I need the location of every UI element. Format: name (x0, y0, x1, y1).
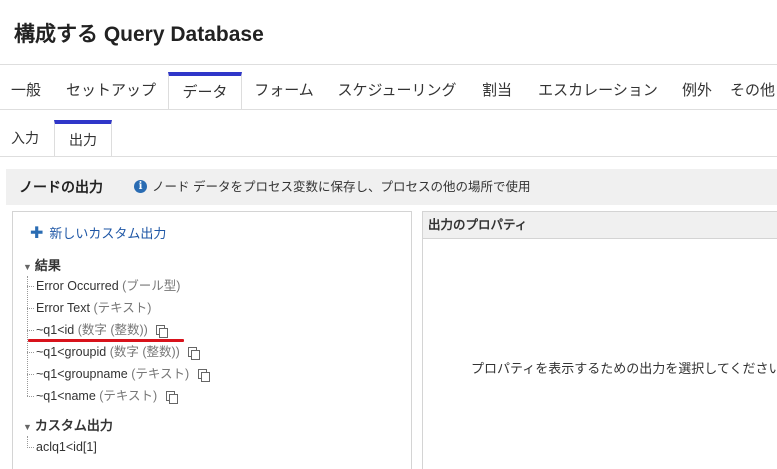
tree-branch (27, 351, 34, 354)
toolbar-hint: ノード データをプロセス変数に保存し、プロセスの他の場所で使用 (152, 180, 531, 194)
tree-branch (27, 373, 34, 376)
header-divider (0, 64, 777, 65)
tabs-divider (0, 109, 777, 110)
results-section-label: 結果 (34, 258, 61, 273)
properties-empty-message: プロパティを表示するための出力を選択してください。 (471, 361, 777, 376)
output-type: (数字 (整数)) (109, 345, 180, 359)
copy-icon[interactable] (197, 369, 210, 383)
output-item-q1-groupid[interactable]: ~q1<groupid (数字 (整数)) (27, 342, 201, 362)
subtab-input[interactable]: 入力 (0, 120, 50, 156)
tab-exceptions[interactable]: 例外 (670, 72, 724, 110)
sub-tabs: 入力 出力 (0, 120, 777, 156)
main-tabs: 一般 セットアップ データ フォーム スケジューリング 割当 エスカレーション … (0, 72, 777, 110)
outputs-tree-panel: ✚ 新しいカスタム出力 ▼ 結果 Error Occurred (ブール型) Err… (12, 211, 412, 469)
output-item-q1-groupname[interactable]: ~q1<groupname (テキスト) (27, 364, 210, 384)
output-name: ~q1<id (36, 323, 75, 337)
tree-branch (27, 446, 34, 449)
new-custom-output-label: 新しいカスタム出力 (49, 226, 167, 241)
output-name: Error Occurred (36, 279, 119, 293)
output-type: (数字 (整数)) (77, 323, 148, 337)
collapse-triangle-icon: ▼ (23, 262, 32, 272)
new-custom-output-button[interactable]: ✚ 新しいカスタム出力 (30, 223, 166, 243)
tree-branch (27, 307, 34, 310)
output-properties-panel: 出力のプロパティ プロパティを表示するための出力を選択してください。 (422, 211, 777, 469)
custom-output-section-label: カスタム出力 (34, 418, 113, 433)
copy-icon[interactable] (188, 347, 201, 361)
output-type: (テキスト) (93, 301, 152, 315)
output-type: (テキスト) (99, 389, 158, 403)
output-name: ~q1<name (36, 389, 96, 403)
tab-other[interactable]: その他 (730, 72, 777, 110)
tab-data[interactable]: データ (168, 72, 242, 110)
output-type: (テキスト) (131, 367, 190, 381)
custom-output-section[interactable]: ▼ カスタム出力 (23, 415, 113, 434)
output-item-q1-id[interactable]: ~q1<id (数字 (整数)) (27, 320, 169, 340)
tree-branch (27, 285, 34, 288)
tree-branch (27, 395, 34, 398)
tab-form[interactable]: フォーム (242, 72, 326, 110)
tab-escalation[interactable]: エスカレーション (528, 72, 668, 110)
properties-header: 出力のプロパティ (423, 212, 777, 239)
output-name: ~q1<groupid (36, 345, 107, 359)
tab-scheduling[interactable]: スケジューリング (330, 72, 464, 110)
tab-general[interactable]: 一般 (0, 72, 52, 110)
tab-assignment[interactable]: 割当 (468, 72, 526, 110)
output-item-q1-name[interactable]: ~q1<name (テキスト) (27, 386, 178, 406)
subtabs-divider (0, 156, 777, 157)
subtab-output[interactable]: 出力 (54, 120, 112, 156)
info-icon: i (134, 180, 147, 193)
toolbar-title: ノードの出力 (19, 179, 103, 195)
copy-icon[interactable] (165, 391, 178, 405)
output-name: ~q1<groupname (36, 367, 128, 381)
plus-icon: ✚ (30, 225, 44, 242)
collapse-triangle-icon: ▼ (23, 422, 32, 432)
output-item-error-text[interactable]: Error Text (テキスト) (27, 298, 151, 318)
tab-setup[interactable]: セットアップ (55, 72, 167, 110)
custom-output-item[interactable]: aclq1<id[1] (27, 437, 97, 457)
output-type: (ブール型) (122, 279, 181, 293)
copy-icon[interactable] (156, 325, 169, 339)
page-title: 構成する Query Database (14, 23, 264, 46)
results-section[interactable]: ▼ 結果 (23, 255, 61, 274)
output-item-error-occurred[interactable]: Error Occurred (ブール型) (27, 276, 180, 296)
tree-branch (27, 329, 34, 332)
node-output-toolbar: ノードの出力 i ノード データをプロセス変数に保存し、プロセスの他の場所で使用 (6, 169, 777, 205)
output-name: Error Text (36, 301, 90, 315)
output-name: aclq1<id[1] (36, 440, 97, 454)
